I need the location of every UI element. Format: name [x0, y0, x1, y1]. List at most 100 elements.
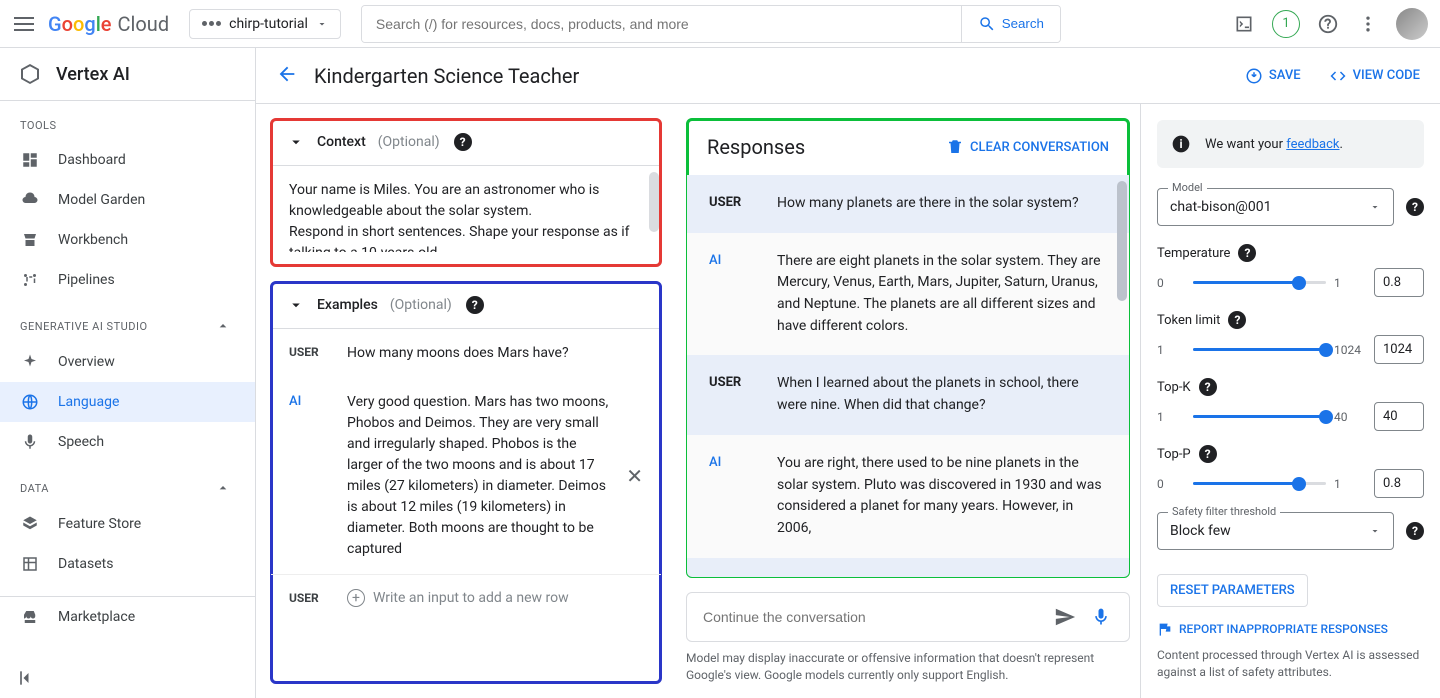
examples-panel: Examples (Optional) ? USER How many moon…: [270, 281, 662, 684]
sidebar-item-pipelines[interactable]: Pipelines: [0, 260, 255, 300]
feedback-link[interactable]: feedback: [1286, 137, 1339, 152]
code-icon: [1329, 67, 1347, 85]
notifications-badge[interactable]: 1: [1272, 10, 1300, 38]
collapse-sidebar-icon[interactable]: [14, 666, 38, 690]
message-row: USER When I learned about the planets in…: [687, 355, 1129, 434]
examples-header[interactable]: Examples (Optional) ?: [271, 282, 661, 329]
chevron-up-icon: [215, 480, 231, 496]
example-role-user: USER: [289, 343, 329, 364]
back-button[interactable]: [276, 63, 298, 89]
search-icon: [978, 15, 996, 33]
sidebar-section-data[interactable]: DATA: [0, 462, 255, 504]
help-icon[interactable]: [1316, 12, 1340, 36]
search-bar: Search: [361, 5, 1061, 43]
send-button[interactable]: [1053, 605, 1077, 629]
token-limit-slider[interactable]: 1 1024: [1157, 343, 1362, 357]
message-text: How many planets are there in the solar …: [777, 193, 1107, 215]
topk-value[interactable]: 40: [1374, 402, 1424, 431]
example-row: USER How many moons does Mars have?: [271, 329, 661, 378]
chevron-up-icon: [215, 318, 231, 334]
temperature-label: Temperature: [1157, 246, 1230, 261]
logo[interactable]: Google Cloud: [48, 12, 169, 36]
safety-filter-select[interactable]: Safety filter threshold Block few: [1157, 512, 1394, 550]
message-row: AI There are eight planets in the solar …: [687, 233, 1129, 356]
safety-filter-help-icon[interactable]: ?: [1406, 522, 1424, 540]
temperature-value[interactable]: 0.8: [1374, 268, 1424, 297]
topk-help-icon[interactable]: ?: [1199, 378, 1217, 396]
topp-help-icon[interactable]: ?: [1199, 445, 1217, 463]
chat-input[interactable]: [703, 609, 1041, 625]
topp-slider[interactable]: 0 1: [1157, 477, 1362, 491]
caret-down-icon: [1369, 201, 1381, 213]
example-row: USER + Write an input to add a new row: [271, 575, 661, 611]
flag-icon: [1157, 621, 1173, 637]
context-body[interactable]: Your name is Miles. You are an astronome…: [271, 166, 661, 266]
responses-header: Responses CLEAR CONVERSATION: [687, 119, 1129, 175]
token-limit-help-icon[interactable]: ?: [1228, 311, 1246, 329]
project-picker[interactable]: chirp-tutorial: [189, 9, 341, 39]
example-text[interactable]: How many moons does Mars have?: [347, 343, 643, 364]
context-help-icon[interactable]: ?: [454, 133, 472, 151]
page-title: Kindergarten Science Teacher: [314, 64, 579, 88]
responses-title: Responses: [707, 135, 805, 159]
sidebar-item-dashboard[interactable]: Dashboard: [0, 140, 255, 180]
examples-help-icon[interactable]: ?: [466, 296, 484, 314]
scrollbar-thumb[interactable]: [649, 172, 659, 232]
clear-conversation-button[interactable]: CLEAR CONVERSATION: [946, 138, 1109, 156]
plus-icon: +: [347, 589, 365, 607]
mic-button[interactable]: [1089, 605, 1113, 629]
scrollbar-thumb[interactable]: [1117, 181, 1127, 301]
safety-note: Content processed through Vertex AI is a…: [1157, 647, 1424, 681]
save-button[interactable]: SAVE: [1245, 67, 1301, 85]
temperature-help-icon[interactable]: ?: [1238, 244, 1256, 262]
sidebar-item-speech[interactable]: Speech: [0, 422, 255, 462]
message-text: You are right, there used to be nine pla…: [777, 453, 1107, 540]
sidebar-item-language[interactable]: Language: [0, 382, 255, 422]
topk-slider[interactable]: 1 40: [1157, 410, 1362, 424]
sidebar-product-title: Vertex AI: [56, 64, 130, 85]
topp-label: Top-P: [1157, 447, 1191, 462]
add-example-row[interactable]: + Write an input to add a new row: [347, 589, 569, 607]
delete-example-icon[interactable]: ✕: [626, 464, 643, 488]
sidebar-item-feature-store[interactable]: Feature Store: [0, 504, 255, 544]
info-icon: i: [1171, 134, 1191, 154]
message-role-user: USER: [709, 193, 753, 215]
sidebar-item-model-garden[interactable]: Model Garden: [0, 180, 255, 220]
model-value: chat-bison@001: [1170, 199, 1272, 215]
context-optional-label: (Optional): [378, 134, 440, 150]
add-example-placeholder: Write an input to add a new row: [373, 590, 569, 606]
safety-filter-label: Safety filter threshold: [1168, 505, 1280, 518]
save-icon: [1245, 67, 1263, 85]
token-limit-value[interactable]: 1024: [1374, 335, 1424, 364]
topp-value[interactable]: 0.8: [1374, 469, 1424, 498]
model-select[interactable]: Model chat-bison@001: [1157, 188, 1394, 226]
content-header: Kindergarten Science Teacher SAVE VIEW C…: [256, 48, 1440, 104]
sidebar-product-header[interactable]: Vertex AI: [0, 48, 255, 101]
example-text[interactable]: Very good question. Mars has two moons, …: [347, 392, 608, 560]
disclaimer-text: Model may display inaccurate or offensiv…: [686, 650, 1130, 684]
sidebar-item-datasets[interactable]: Datasets: [0, 544, 255, 584]
model-label: Model: [1168, 181, 1207, 194]
cloud-shell-icon[interactable]: [1232, 12, 1256, 36]
nav-menu-button[interactable]: [12, 12, 36, 36]
prompt-column: Context (Optional) ? Your name is Miles.…: [256, 104, 676, 698]
reset-parameters-button[interactable]: RESET PARAMETERS: [1157, 574, 1308, 607]
sidebar-section-genai[interactable]: GENERATIVE AI STUDIO: [0, 300, 255, 342]
context-header[interactable]: Context (Optional) ?: [271, 119, 661, 166]
search-button[interactable]: Search: [961, 6, 1060, 42]
report-inappropriate-link[interactable]: REPORT INAPPROPRIATE RESPONSES: [1157, 621, 1424, 637]
search-input[interactable]: [362, 6, 961, 42]
sidebar-item-overview[interactable]: Overview: [0, 342, 255, 382]
settings-column: i We want your feedback. Model chat-biso…: [1140, 104, 1440, 698]
more-vert-icon[interactable]: [1356, 12, 1380, 36]
message-role-user: USER: [709, 373, 753, 416]
message-role-ai: AI: [709, 453, 753, 540]
sidebar-item-marketplace[interactable]: Marketplace: [0, 597, 255, 637]
avatar[interactable]: [1396, 8, 1428, 40]
sidebar-item-workbench[interactable]: Workbench: [0, 220, 255, 260]
message-row: AI You are right, there used to be nine …: [687, 435, 1129, 558]
temperature-slider[interactable]: 0 1: [1157, 276, 1362, 290]
view-code-button[interactable]: VIEW CODE: [1329, 67, 1420, 85]
feedback-banner: i We want your feedback.: [1157, 120, 1424, 168]
model-help-icon[interactable]: ?: [1406, 198, 1424, 216]
